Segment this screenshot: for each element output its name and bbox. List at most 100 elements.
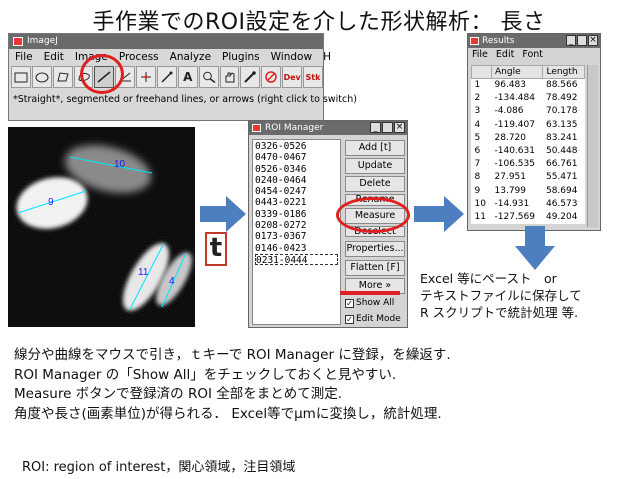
angle-cell: 13.799 (494, 185, 527, 196)
text-tool-icon[interactable]: A (177, 66, 198, 88)
delete-button[interactable]: Delete (345, 176, 405, 192)
microscopy-image: 10 9 11 4 (8, 127, 195, 327)
dropper-tool-icon[interactable] (240, 66, 261, 88)
results-row[interactable]: 4 -119.407 63.135 (472, 118, 585, 131)
angle-cell: -119.407 (494, 119, 535, 130)
rectangle-tool-icon[interactable] (11, 66, 31, 88)
angle-cell: -127.569 (494, 211, 535, 222)
edit-mode-checkbox[interactable]: ✓ Edit Mode (345, 314, 401, 324)
length-cell: 49.204 (545, 211, 578, 222)
results-row[interactable]: 8 27.951 55.471 (472, 171, 585, 184)
results-menu-font[interactable]: Font (522, 48, 543, 62)
row-index-cell: 10 (474, 198, 486, 209)
imagej-menubar: File Edit Image Process Analyze Plugins … (9, 49, 331, 65)
roi-list-item[interactable]: 0454-0247 (255, 186, 338, 197)
roi-manager-title: ROI Manager (265, 123, 324, 133)
results-row[interactable]: 3 -4.086 70.178 (472, 105, 585, 118)
roi-list-item[interactable]: 0173-0367 (255, 231, 338, 242)
show-all-label: Show All (356, 298, 395, 308)
results-menubar: File Edit Font (468, 48, 600, 62)
results-menu-file[interactable]: File (472, 48, 488, 62)
roi-list-item[interactable]: 0526-0346 (255, 164, 338, 175)
column-header-index[interactable] (471, 65, 492, 79)
angle-cell: -106.535 (494, 159, 535, 170)
dev-tool-icon[interactable]: Dev (282, 66, 303, 88)
close-icon[interactable]: × (588, 35, 598, 46)
wand-tool-icon[interactable] (157, 66, 177, 88)
imagej-app-icon (13, 37, 23, 46)
close-icon[interactable]: × (394, 122, 405, 133)
roi-list-item[interactable]: 0470-0467 (255, 152, 338, 163)
results-row[interactable]: 10 -14.931 46.573 (472, 197, 585, 210)
roi-list-item[interactable]: 0146-0423 (255, 243, 338, 254)
menu-edit[interactable]: Edit (44, 49, 64, 65)
properties-button[interactable]: Properties... (345, 241, 405, 257)
show-all-checkbox[interactable]: ✓ Show All (345, 298, 394, 308)
maximize-icon[interactable] (382, 122, 393, 133)
polygon-tool-icon[interactable] (52, 66, 73, 88)
minimize-icon[interactable]: _ (566, 35, 576, 46)
update-button[interactable]: Update (345, 158, 405, 174)
results-app-icon (470, 37, 479, 45)
length-cell: 83.241 (545, 132, 578, 143)
point-tool-icon[interactable] (136, 66, 157, 88)
column-header-angle[interactable]: Angle (490, 65, 544, 79)
add-button[interactable]: Add [t] (345, 140, 405, 156)
roi-list-item[interactable]: 0443-0221 (255, 197, 338, 208)
menu-window[interactable]: Window (271, 49, 312, 65)
flatten-button[interactable]: Flatten [F] (345, 260, 405, 276)
cell-label-11: 11 (138, 267, 149, 278)
checkbox-checked-icon: ✓ (345, 314, 354, 324)
results-row[interactable]: 9 13.799 58.694 (472, 184, 585, 197)
roi-list-item[interactable]: 0231-0444 (255, 253, 338, 266)
cell-label-10: 10 (114, 159, 126, 170)
description-line: 角度や長さ(画素単位)が得られる． Excel等でμmに変換し，統計処理. (14, 405, 442, 422)
results-row[interactable]: 2 -134.484 78.492 (472, 92, 585, 105)
results-scrollbar[interactable] (587, 65, 598, 227)
measure-highlight (336, 197, 410, 233)
description-line: ROI Manager の「Show All」をチェックしておくと見やすい. (14, 366, 397, 383)
menu-file[interactable]: File (15, 49, 33, 65)
excel-note-line: テキストファイルに保存して (420, 288, 582, 303)
roi-list-item[interactable]: 0326-0526 (255, 141, 338, 152)
roi-list-item[interactable]: 0240-0464 (255, 175, 338, 186)
results-row[interactable]: 5 28.720 83.241 (472, 131, 585, 144)
results-window: Results _ × File Edit Font Angle Length … (467, 33, 601, 231)
color-picker-tool-icon[interactable] (261, 66, 282, 88)
roi-list-item[interactable]: 0339-0186 (255, 209, 338, 220)
menu-help[interactable]: H (323, 49, 331, 65)
menu-plugins[interactable]: Plugins (222, 49, 260, 65)
roi-list[interactable]: 0326-0526 0470-0467 0526-0346 0240-0464 … (252, 139, 341, 325)
roi-list-item[interactable]: 0208-0272 (255, 220, 338, 231)
results-row[interactable]: 1 96.483 88.566 (472, 79, 585, 92)
edit-mode-label: Edit Mode (356, 314, 401, 324)
results-window-controls: _ × (566, 35, 598, 46)
minimize-icon[interactable]: _ (370, 122, 381, 133)
menu-analyze[interactable]: Analyze (170, 49, 211, 65)
row-index-cell: 11 (474, 211, 486, 222)
length-cell: 55.471 (545, 172, 578, 183)
results-row[interactable]: 7 -106.535 66.761 (472, 158, 585, 171)
stk-tool-icon[interactable]: Stk (303, 66, 323, 88)
angle-cell: 27.951 (494, 172, 527, 183)
arrow-to-results (414, 196, 464, 232)
menu-process[interactable]: Process (119, 49, 159, 65)
hand-tool-icon[interactable] (219, 66, 240, 88)
results-row[interactable]: 6 -140.631 50.448 (472, 144, 585, 157)
row-index-cell: 6 (474, 146, 481, 157)
column-header-length[interactable]: Length (542, 65, 585, 79)
arrow-down-to-excel (515, 226, 555, 270)
maximize-icon[interactable] (577, 35, 587, 46)
length-cell: 58.694 (545, 185, 578, 196)
results-row[interactable]: 11 -127.569 49.204 (472, 210, 585, 223)
results-menu-edit[interactable]: Edit (496, 48, 514, 62)
row-index-cell: 7 (474, 159, 481, 170)
oval-tool-icon[interactable] (31, 66, 52, 88)
magnifier-tool-icon[interactable] (198, 66, 219, 88)
imagej-toolbar: A Dev Stk (9, 65, 323, 89)
row-index-cell: 5 (474, 132, 481, 143)
length-cell: 78.492 (545, 93, 578, 104)
results-table[interactable]: Angle Length 1 96.483 88.566 2 -134.484 78.49… (471, 65, 585, 224)
length-cell: 66.761 (545, 159, 578, 170)
imagej-titlebar: ImageJ (9, 34, 323, 49)
